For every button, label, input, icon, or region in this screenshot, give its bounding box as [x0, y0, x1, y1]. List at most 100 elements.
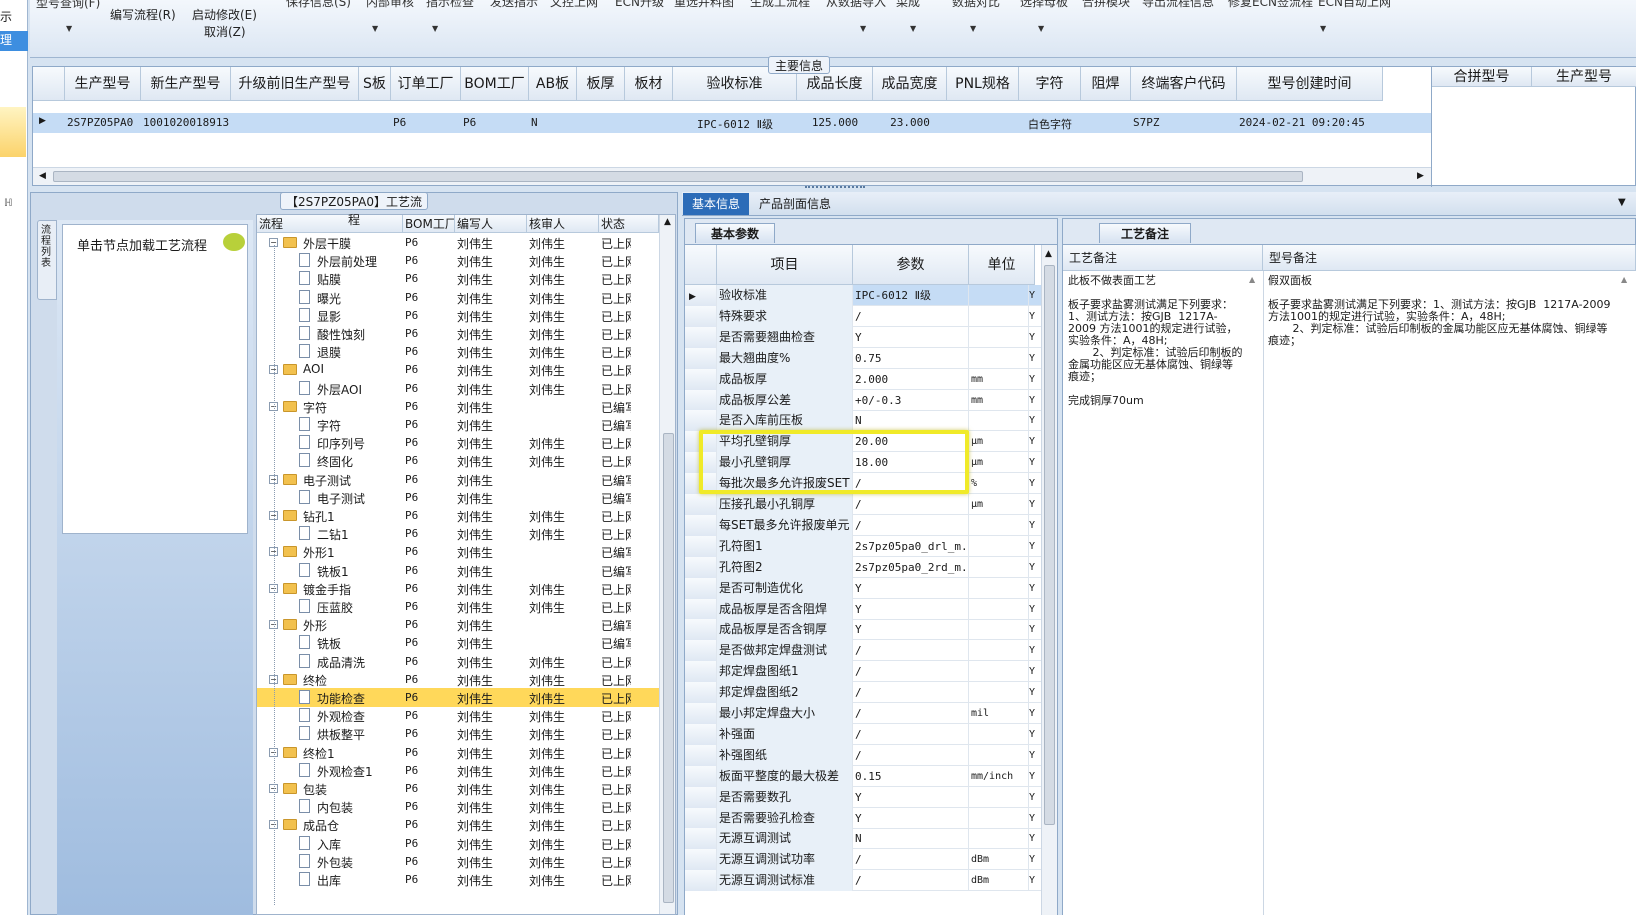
param-row[interactable]: 补强面 / Y [685, 723, 1041, 745]
header-col[interactable]: 板材 [625, 67, 673, 101]
tree-row[interactable]: 贴膜 P6 刘伟生 刘伟生 已上网 [257, 269, 675, 288]
grid-corner[interactable] [33, 67, 65, 101]
start-modify-button[interactable]: 启动修改(E) [192, 6, 257, 23]
header-process-remark[interactable]: 工艺备注 [1063, 245, 1263, 271]
param-value[interactable]: IPC-6012 Ⅱ级 [853, 285, 969, 306]
param-row[interactable]: 无源互调测试 N Y [685, 828, 1041, 850]
tree-row[interactable]: 出库 P6 刘伟生 刘伟生 已上网 [257, 870, 675, 889]
param-row[interactable]: ▶ 验收标准 IPC-6012 Ⅱ级 Y [685, 285, 1041, 306]
chevron-down-icon[interactable]: ▼ [1038, 24, 1044, 33]
param-value[interactable]: / [853, 494, 969, 515]
toolbar-button[interactable]: 从数据导入 [826, 0, 886, 10]
scrollbar-thumb[interactable] [663, 433, 674, 903]
param-row[interactable]: 成品板厚是否含阻焊 Y Y [685, 598, 1041, 620]
chevron-down-icon[interactable]: ▼ [1320, 24, 1326, 33]
toolbar-button[interactable]: 文控上网 [550, 0, 598, 10]
param-row[interactable]: 是否做邦定焊盘测试 / Y [685, 640, 1041, 662]
toolbar-button[interactable]: 保存信息(S) [286, 0, 351, 10]
tree-row[interactable]: −外层干膜P6刘伟生刘伟生已上网 [257, 233, 675, 252]
scroll-left-icon[interactable]: ◀ [39, 171, 46, 181]
param-value[interactable]: / [853, 870, 969, 892]
param-value[interactable]: Y [853, 598, 969, 620]
param-value[interactable]: / [853, 514, 969, 536]
param-row[interactable]: 特殊要求 / Y [685, 305, 1041, 327]
tree-row[interactable]: −字符P6刘伟生已编写 [257, 397, 675, 416]
header-col[interactable]: 板厚 [577, 67, 625, 101]
tree-row[interactable]: 终固化 P6 刘伟生 刘伟生 已上网 [257, 451, 675, 470]
tree-row[interactable]: 功能检查 P6 刘伟生 刘伟生 已上网 [257, 688, 675, 707]
header-col[interactable]: 编写人 [455, 215, 527, 233]
param-row[interactable]: 是否需要验孔检查 Y Y [685, 807, 1041, 829]
param-value[interactable]: 0.15 [853, 765, 969, 787]
tree-row[interactable]: −外形P6刘伟生已编写 [257, 615, 675, 634]
tree-vertical-scrollbar[interactable]: ▲ [659, 215, 675, 914]
tree-row[interactable]: 外层前处理 P6 刘伟生 刘伟生 已上网 [257, 251, 675, 270]
tab-basic-info[interactable]: 基本信息 [683, 193, 749, 215]
scroll-right-icon[interactable]: ▶ [1417, 171, 1424, 181]
param-row[interactable]: 无源互调测试功率 / dBm Y [685, 849, 1041, 871]
toolbar-button[interactable]: 指示检查 [426, 0, 474, 10]
param-row[interactable]: 是否可制造优化 Y Y [685, 577, 1041, 599]
param-row[interactable]: 孔符图1 2s7pz05pa0_drl_m... Y [685, 535, 1041, 557]
edit-flow-button[interactable]: 编写流程(R) [110, 6, 176, 23]
chevron-down-icon[interactable]: ▼ [910, 24, 916, 33]
toolbar-button[interactable]: 重选并料图 [674, 0, 734, 10]
tree-row[interactable]: −镀金手指P6刘伟生刘伟生已上网 [257, 579, 675, 598]
header-col[interactable]: 生产型号 [65, 67, 141, 101]
tree-row[interactable]: 曝光 P6 刘伟生 刘伟生 已上网 [257, 288, 675, 307]
param-row[interactable]: 是否入库前压板 N Y [685, 410, 1041, 432]
tab-product-profile[interactable]: 产品剖面信息 [752, 193, 838, 215]
chevron-down-icon[interactable]: ▼ [970, 24, 976, 33]
header-value[interactable]: 参数 [853, 245, 969, 285]
param-value[interactable]: +0/-0.3 [853, 389, 969, 411]
param-value[interactable]: / [853, 849, 969, 871]
toolbar-button[interactable]: ECN自动上网 [1318, 0, 1391, 10]
horizontal-scrollbar[interactable]: ◀ ▶ [33, 167, 1431, 185]
tree-row[interactable]: 字符 P6 刘伟生 已编写 [257, 415, 675, 434]
chevron-down-icon[interactable]: ▼ [66, 24, 72, 33]
left-strip-highlight[interactable] [0, 107, 26, 157]
param-row[interactable]: 邦定焊盘图纸1/ Y [685, 661, 1041, 683]
tree-row[interactable]: 铣板1 P6 刘伟生 已编写 [257, 561, 675, 580]
scroll-up-icon[interactable]: ▲ [1621, 275, 1627, 284]
param-value[interactable]: / [853, 661, 969, 683]
param-value[interactable]: Y [853, 577, 969, 599]
param-row[interactable]: 压接孔最小孔铜厚 / μm Y [685, 494, 1041, 515]
header-col[interactable]: 成品宽度 [873, 67, 947, 101]
chevron-down-icon[interactable]: ▼ [372, 24, 378, 33]
tab-process-remarks[interactable]: 工艺备注 [1099, 223, 1191, 243]
toolbar-button[interactable]: 数据对比 [952, 0, 1000, 10]
tree-row[interactable]: 退膜 P6 刘伟生 刘伟生 已上网 [257, 342, 675, 361]
param-row[interactable]: 板面平整度的最大极差 0.15 mm/inch Y [685, 765, 1041, 787]
tree-row[interactable]: −钻孔1P6刘伟生刘伟生已上网 [257, 506, 675, 525]
param-value[interactable]: / [853, 640, 969, 662]
tree-row[interactable]: −成品仓P6刘伟生刘伟生已上网 [257, 815, 675, 834]
flow-list-box[interactable]: 单击节点加载工艺流程 [62, 224, 248, 534]
param-row[interactable]: 最大翘曲度% 0.75 Y [685, 347, 1041, 369]
header-col[interactable]: 阻焊 [1081, 67, 1131, 101]
param-row[interactable]: 最小邦定焊盘大小 / mil Y [685, 703, 1041, 724]
header-col[interactable]: 流程 [257, 215, 403, 233]
toolbar-button[interactable]: 发送指示 [490, 0, 538, 10]
tree-row[interactable]: 烘板整平 P6 刘伟生 刘伟生 已上网 [257, 724, 675, 743]
header-col[interactable]: 升级前旧生产型号 [231, 67, 359, 101]
param-value[interactable]: / [853, 723, 969, 745]
toolbar-button[interactable]: 内部审核 [366, 0, 414, 10]
header-col[interactable]: 型号创建时间 [1237, 67, 1383, 101]
tree-row[interactable]: 外包装 P6 刘伟生 刘伟生 已上网 [257, 852, 675, 871]
param-row[interactable]: 是否需要数孔 Y Y [685, 786, 1041, 808]
tree-row[interactable]: −外形1P6刘伟生已编写 [257, 542, 675, 561]
param-value[interactable]: 2.000 [853, 368, 969, 390]
toolbar-button[interactable]: 导出流程信息 [1142, 0, 1214, 10]
scroll-up-icon[interactable]: ▲ [1249, 275, 1255, 284]
tree-row[interactable]: 二钻1 P6 刘伟生 刘伟生 已上网 [257, 524, 675, 543]
param-value[interactable]: / [853, 305, 969, 327]
toolbar-button[interactable]: ECN升级 [615, 0, 664, 10]
tree-row[interactable]: −终检P6刘伟生刘伟生已上网 [257, 670, 675, 689]
scrollbar-thumb[interactable] [1044, 265, 1055, 825]
param-row[interactable]: 是否需要翘曲检查 Y Y [685, 326, 1041, 348]
tree-row[interactable]: −终检1P6刘伟生刘伟生已上网 [257, 743, 675, 762]
tree-row[interactable]: 电子测试 P6 刘伟生 已编写 [257, 488, 675, 507]
tree-row[interactable]: 内包装 P6 刘伟生 刘伟生 已上网 [257, 797, 675, 816]
tree-row[interactable]: 外观检查1 P6 刘伟生 刘伟生 已上网 [257, 761, 675, 780]
